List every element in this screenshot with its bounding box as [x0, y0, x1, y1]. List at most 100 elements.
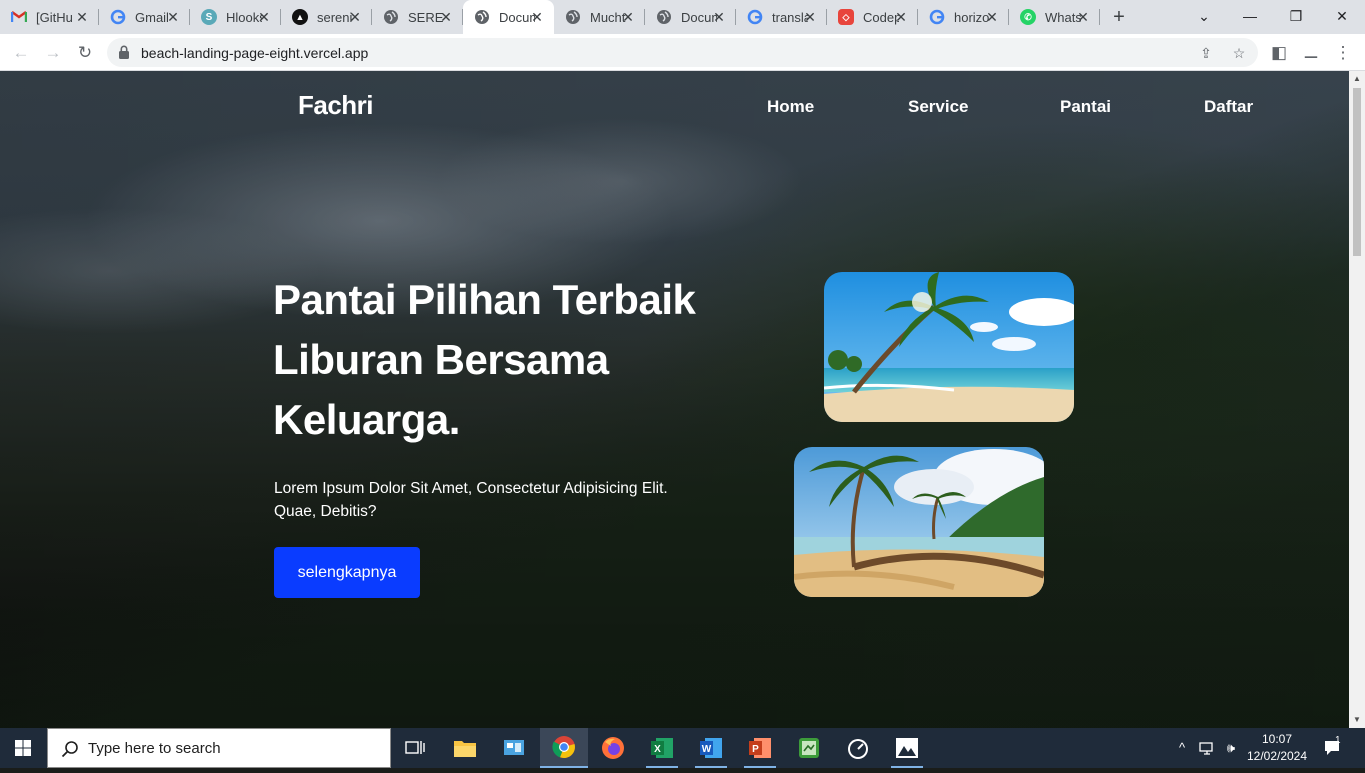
powerpoint-icon[interactable]: P — [736, 728, 784, 768]
show-hidden-icons-chevron-icon[interactable]: ^ — [1172, 728, 1192, 768]
tab-title: [GitHub] — [36, 9, 72, 25]
notification-center-icon[interactable]: 1 — [1318, 728, 1348, 768]
close-icon[interactable]: ✕ — [165, 9, 181, 25]
windows-taskbar: Type here to search X W P ^ � — [0, 728, 1365, 768]
selengkapnya-button[interactable]: selengkapnya — [274, 547, 420, 598]
tab-horizontal[interactable]: horizontal ✕ — [918, 0, 1009, 34]
globe-icon — [383, 9, 399, 25]
tab-gmail[interactable]: Gmail ✕ — [99, 0, 190, 34]
hero-title-line: Pantai Pilihan Terbaik — [273, 276, 696, 323]
page-hero-background: Fachri Home Service Pantai Daftar Pantai… — [0, 71, 1349, 728]
taskbar-clock[interactable]: 10:07 12/02/2024 — [1242, 731, 1312, 765]
hero-title: Pantai Pilihan Terbaik Liburan Bersama K… — [273, 270, 733, 450]
file-explorer-icon[interactable] — [441, 728, 489, 768]
side-panel-icon[interactable]: ◧ — [1266, 40, 1292, 66]
google-icon — [747, 9, 763, 25]
tab-gmail-github[interactable]: [GitHub] ✕ — [0, 0, 99, 34]
code-icon: ◇ — [838, 9, 854, 25]
svg-text:P: P — [752, 744, 759, 755]
nav-daftar[interactable]: Daftar — [1204, 97, 1253, 117]
taskbar-search-input[interactable]: Type here to search — [47, 728, 391, 768]
tab-whatsapp[interactable]: ✆ WhatsApp ✕ — [1009, 0, 1100, 34]
scroll-up-arrow-icon[interactable]: ▲ — [1349, 71, 1365, 87]
globe-icon — [565, 9, 581, 25]
close-icon[interactable]: ✕ — [347, 9, 363, 25]
triangle-icon: ▲ — [292, 9, 308, 25]
windows-logo-icon — [15, 740, 31, 756]
google-icon — [110, 9, 126, 25]
hero-title-line: Keluarga. — [273, 396, 460, 443]
tab-hlooks[interactable]: S Hlooks ✕ — [190, 0, 281, 34]
network-icon[interactable] — [1196, 728, 1218, 768]
tab-serenity-upper[interactable]: SERENITY ✕ — [372, 0, 463, 34]
tab-muchtar[interactable]: Muchtar ✕ — [554, 0, 645, 34]
browser-toolbar: ← → ↻ beach-landing-page-eight.vercel.ap… — [0, 34, 1365, 71]
nav-pantai[interactable]: Pantai — [1060, 97, 1111, 117]
globe-icon — [656, 9, 672, 25]
tab-document[interactable]: Document ✕ — [645, 0, 736, 34]
close-icon[interactable]: ✕ — [529, 9, 545, 25]
beach-photo-2 — [794, 447, 1044, 597]
close-icon[interactable]: ✕ — [984, 9, 1000, 25]
speedometer-app-icon[interactable] — [834, 728, 882, 768]
clock-time: 10:07 — [1261, 732, 1293, 746]
firefox-icon[interactable] — [589, 728, 637, 768]
hero-title-line: Liburan Bersama — [273, 336, 609, 383]
restore-button[interactable]: ❐ — [1273, 0, 1319, 34]
photos-icon[interactable] — [883, 728, 931, 768]
profile-icon[interactable]: ⚊ — [1298, 40, 1324, 66]
forward-button[interactable]: → — [40, 40, 66, 66]
share-icon[interactable]: ⇪ — [1196, 43, 1216, 63]
clock-date: 12/02/2024 — [1246, 749, 1308, 763]
close-icon[interactable]: ✕ — [711, 9, 727, 25]
tab-translate[interactable]: translate ✕ — [736, 0, 827, 34]
page-scrollbar[interactable]: ▲ ▼ — [1349, 71, 1365, 728]
tab-serenity[interactable]: ▲ serenity ✕ — [281, 0, 372, 34]
lock-icon — [119, 45, 129, 59]
minimize-button[interactable]: — — [1227, 0, 1273, 34]
tab-codepen[interactable]: ◇ Codepen ✕ — [827, 0, 918, 34]
close-icon[interactable]: ✕ — [256, 9, 272, 25]
word-icon[interactable]: W — [687, 728, 735, 768]
search-icon — [61, 741, 78, 758]
excel-icon[interactable]: X — [638, 728, 686, 768]
start-button[interactable] — [0, 728, 47, 768]
hlooks-icon: S — [201, 9, 217, 25]
search-placeholder: Type here to search — [88, 740, 221, 757]
control-panel-icon[interactable] — [490, 728, 538, 768]
svg-text:W: W — [702, 744, 712, 755]
notification-count: 1 — [1335, 735, 1341, 746]
browser-tab-strip: [GitHub] ✕ Gmail ✕ S Hlooks ✕ ▲ serenity… — [0, 0, 1365, 34]
close-icon[interactable]: ✕ — [620, 9, 636, 25]
scrollbar-thumb[interactable] — [1353, 88, 1361, 256]
address-bar[interactable]: beach-landing-page-eight.vercel.app ⇪ ☆ — [107, 38, 1258, 67]
close-icon[interactable]: ✕ — [74, 9, 90, 25]
google-icon — [929, 9, 945, 25]
volume-icon[interactable]: 🕪 — [1220, 728, 1242, 768]
task-view-icon[interactable] — [391, 728, 439, 768]
hero-description: Lorem Ipsum Dolor Sit Amet, Consectetur … — [274, 480, 668, 520]
close-icon[interactable]: ✕ — [1075, 9, 1091, 25]
close-icon[interactable]: ✕ — [893, 9, 909, 25]
scroll-down-arrow-icon[interactable]: ▼ — [1349, 712, 1365, 728]
globe-icon — [474, 9, 490, 25]
tab-search-chevron-icon[interactable]: ⌄ — [1181, 0, 1227, 34]
svg-text:X: X — [654, 744, 661, 755]
menu-kebab-icon[interactable]: ⋮ — [1330, 40, 1356, 66]
close-icon[interactable]: ✕ — [802, 9, 818, 25]
reload-button[interactable]: ↻ — [72, 40, 98, 66]
back-button[interactable]: ← — [8, 40, 34, 66]
chrome-icon[interactable] — [540, 728, 588, 768]
nav-home[interactable]: Home — [767, 97, 814, 117]
green-app-icon[interactable] — [785, 728, 833, 768]
brand-logo[interactable]: Fachri — [298, 90, 374, 121]
url-text: beach-landing-page-eight.vercel.app — [141, 45, 369, 61]
gmail-icon — [11, 9, 27, 25]
close-window-button[interactable]: ✕ — [1319, 0, 1365, 34]
tab-document-active[interactable]: Document ✕ — [463, 0, 554, 34]
nav-service[interactable]: Service — [908, 97, 969, 117]
beach-photo-1 — [824, 272, 1074, 422]
close-icon[interactable]: ✕ — [438, 9, 454, 25]
bookmark-star-icon[interactable]: ☆ — [1229, 43, 1249, 63]
new-tab-button[interactable]: + — [1108, 6, 1130, 28]
